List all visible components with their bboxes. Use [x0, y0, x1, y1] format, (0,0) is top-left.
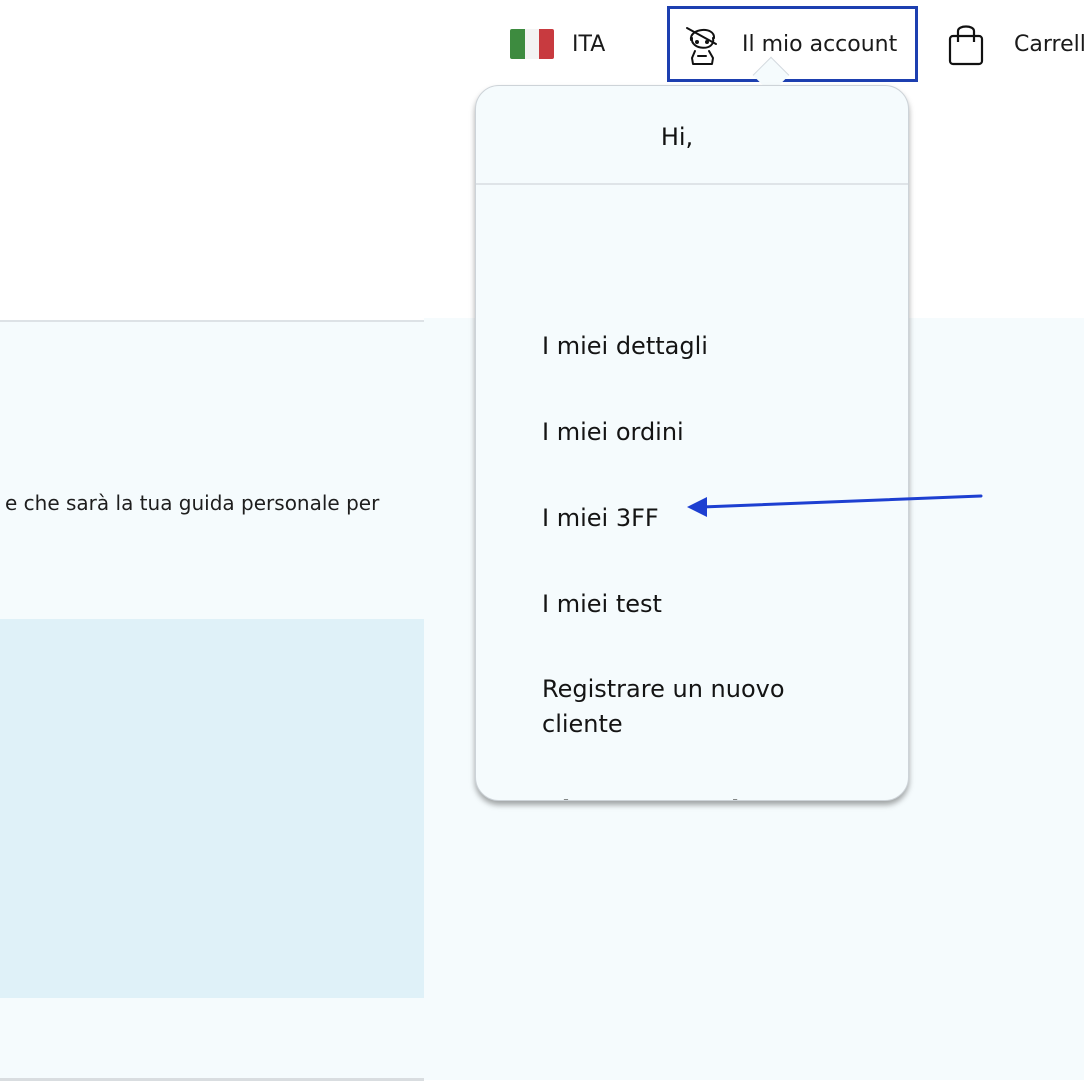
my-account-button[interactable]: Il mio account — [667, 6, 918, 82]
menu-item-my-tests[interactable]: I miei test — [542, 587, 842, 622]
cart-link[interactable]: Carrello — [948, 22, 1084, 66]
menu-item-my-details[interactable]: I miei dettagli — [542, 329, 842, 364]
menu-item-logout[interactable]: Disconnettersi — [542, 793, 842, 800]
menu-item-my-3ff[interactable]: I miei 3FF — [542, 501, 842, 536]
flag-stripe-white — [524, 29, 540, 59]
dropdown-greeting: Hi, — [476, 86, 908, 185]
account-dropdown: Hi, I miei dettagli I miei ordini I miei… — [475, 85, 909, 801]
section-divider-top — [0, 320, 424, 322]
header-bar: ITA Il mio account Carrello — [0, 0, 1084, 86]
language-label: ITA — [572, 31, 606, 57]
intro-paragraph: e che sarà la tua guida personale per — [5, 491, 380, 515]
user-avatar-icon — [686, 27, 717, 65]
content-card — [0, 619, 424, 998]
flag-stripe-red — [539, 29, 554, 59]
menu-item-register-new-customer[interactable]: Registrare un nuovo cliente — [542, 672, 832, 742]
italy-flag-icon — [510, 29, 554, 59]
my-account-label: Il mio account — [742, 31, 898, 57]
menu-item-my-orders[interactable]: I miei ordini — [542, 415, 842, 450]
section-divider-bottom — [0, 1078, 424, 1081]
language-switch[interactable]: ITA — [510, 24, 605, 64]
cart-label: Carrello — [1014, 31, 1084, 57]
flag-stripe-green — [510, 29, 525, 59]
shopping-bag-icon — [948, 25, 984, 66]
